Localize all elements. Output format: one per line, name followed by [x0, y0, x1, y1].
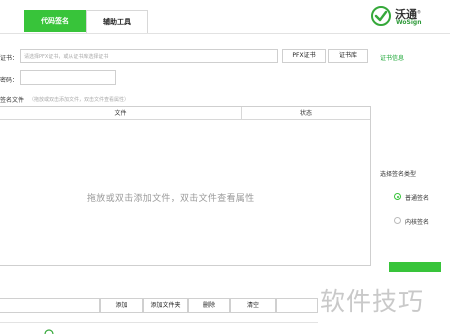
sign-type-label: 选择签名类型 [380, 171, 417, 178]
pfx-cert-button[interactable]: PFX证书 [282, 49, 326, 63]
wosign-logo-icon [371, 6, 391, 26]
cert-info-link[interactable]: 证书信息 [380, 53, 404, 62]
watermark-text: 软件技巧 [320, 287, 425, 316]
radio-kernel-sign-label[interactable]: 内核签名 [405, 217, 429, 226]
delete-button[interactable]: 删除 [188, 298, 230, 313]
sign-button[interactable] [389, 262, 441, 272]
logo-registered-mark: ® [417, 9, 421, 15]
cert-label: 证书： [0, 55, 19, 62]
drop-hint-text: 拖放或双击添加文件，双击文件查看属性 [87, 194, 255, 204]
file-list-panel[interactable]: 文件 状态 [0, 106, 371, 266]
password-input[interactable] [20, 70, 116, 85]
partial-icon [44, 329, 54, 334]
add-folder-button[interactable]: 添加文件夹 [143, 298, 188, 313]
column-header-status[interactable]: 状态 [242, 107, 370, 120]
tab-tools[interactable]: 辅助工具 [86, 10, 148, 33]
logo-text-en: WoSign [396, 19, 422, 26]
bottom-divider [0, 322, 318, 323]
tab-code-sign[interactable]: 代码签名 [24, 10, 86, 32]
sign-files-hint: （拖放或双击添加文件，双击文件查看属性） [29, 97, 130, 103]
radio-normal-sign[interactable] [394, 193, 401, 200]
header-divider [0, 33, 450, 34]
column-header-file[interactable]: 文件 [0, 107, 242, 120]
clear-button[interactable]: 清空 [230, 298, 276, 313]
cert-store-button[interactable]: 证书库 [328, 49, 368, 63]
radio-kernel-sign[interactable] [394, 217, 401, 224]
bottom-button-placeholder [0, 298, 100, 313]
password-label: 密码： [0, 77, 19, 84]
bottom-button-spacer [276, 298, 318, 313]
add-button[interactable]: 添加 [100, 298, 143, 313]
radio-normal-sign-label[interactable]: 普通签名 [405, 193, 429, 202]
sign-files-label: 签名文件 [0, 97, 25, 104]
cert-input[interactable]: 请选择PFX证书，或从证书库选择证书 [20, 49, 278, 63]
